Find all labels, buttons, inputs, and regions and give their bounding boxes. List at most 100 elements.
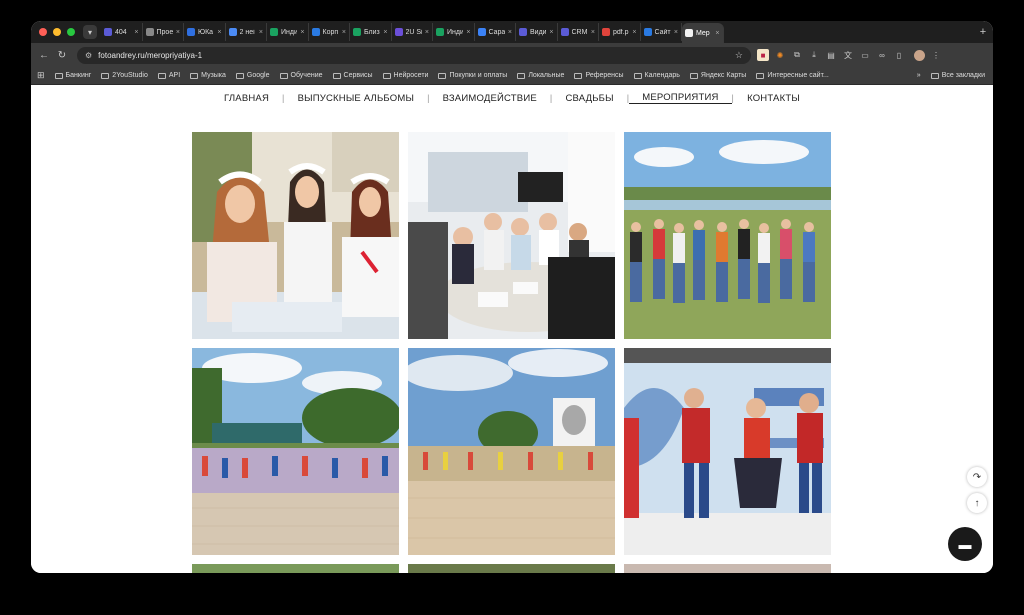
tab-close-icon[interactable]: × bbox=[176, 29, 180, 36]
bookmark-item[interactable]: Банкинг bbox=[54, 72, 91, 79]
bookmark-item[interactable]: API bbox=[157, 72, 180, 79]
bookmark-item[interactable]: Покупки и оплаты bbox=[438, 72, 507, 79]
tab-title: Види bbox=[530, 28, 547, 36]
apps-grid-icon[interactable]: ⊞ bbox=[37, 70, 45, 81]
tab-close-icon[interactable]: × bbox=[134, 29, 138, 36]
bookmark-item[interactable]: 2YouStudio bbox=[101, 72, 148, 79]
browser-tab[interactable]: ЮКа × bbox=[184, 23, 226, 41]
browser-tab[interactable]: Види × bbox=[516, 23, 558, 41]
download-icon[interactable]: ⤓ bbox=[808, 49, 820, 61]
photo-meeting-table[interactable] bbox=[408, 132, 615, 339]
tab-close-icon[interactable]: × bbox=[217, 29, 221, 36]
bookmark-item[interactable]: Локальные bbox=[517, 72, 564, 79]
bookmark-item[interactable]: Сервисы bbox=[332, 72, 373, 79]
nav-link[interactable]: ВЗАИМОДЕЙСТВИЕ bbox=[430, 93, 550, 104]
browser-tab[interactable]: Инди × bbox=[267, 23, 309, 41]
tab-favicon-icon bbox=[353, 28, 361, 36]
nav-link[interactable]: ВЫПУСКНЫЕ АЛЬБОМЫ bbox=[285, 93, 428, 104]
clipboard-icon[interactable]: ▤ bbox=[825, 49, 837, 61]
tab-favicon-icon bbox=[477, 28, 486, 36]
scroll-top-button[interactable]: ↑ bbox=[967, 493, 987, 513]
tab-close-icon[interactable]: × bbox=[591, 29, 595, 36]
profile-avatar[interactable] bbox=[914, 49, 925, 61]
photo-partial[interactable] bbox=[624, 564, 831, 573]
bookmark-item[interactable]: Нейросети bbox=[382, 72, 428, 79]
photo-partial[interactable] bbox=[192, 564, 399, 573]
photo-girls-flower-wreaths[interactable] bbox=[192, 132, 399, 339]
all-bookmarks-button[interactable]: Все закладки bbox=[930, 72, 985, 79]
tab-close-icon[interactable]: × bbox=[259, 29, 263, 36]
extensions-puzzle-icon[interactable]: ⧉ bbox=[791, 49, 803, 61]
minimize-window-button[interactable] bbox=[53, 28, 61, 36]
extension-icon[interactable]: ■ bbox=[757, 49, 769, 61]
bookmark-star-icon[interactable]: ☆ bbox=[735, 50, 743, 61]
tab-favicon-icon bbox=[602, 28, 610, 36]
bookmark-item[interactable]: Google bbox=[235, 72, 270, 79]
tab-favicon-icon bbox=[560, 28, 569, 36]
tab-favicon-icon bbox=[643, 28, 652, 36]
bookmarks-overflow-button[interactable]: » bbox=[917, 72, 921, 79]
browser-tab[interactable]: Сайт × bbox=[641, 23, 682, 41]
nav-link[interactable]: КОНТАКТЫ bbox=[734, 93, 813, 104]
tab-close-icon[interactable]: × bbox=[715, 30, 719, 37]
browser-tab[interactable]: 2 неі × bbox=[226, 23, 267, 41]
photo-large-crowd-lawn[interactable] bbox=[192, 348, 399, 555]
tab-close-icon[interactable]: × bbox=[632, 29, 636, 36]
tab-close-icon[interactable]: × bbox=[342, 29, 346, 36]
browser-tab[interactable]: Сара × bbox=[475, 23, 516, 41]
close-window-button[interactable] bbox=[39, 28, 47, 36]
tabs-container: 404 × Прое × ЮКа × 2 неі × Инди × Корп × Близ × 2U Si ×… bbox=[101, 21, 973, 43]
browser-tab[interactable]: 404 × bbox=[101, 23, 143, 41]
folder-icon bbox=[101, 72, 110, 79]
new-tab-button[interactable]: + bbox=[973, 26, 993, 38]
photo-crowd-portrait-monument[interactable] bbox=[408, 348, 615, 555]
chat-button[interactable]: ▬ bbox=[948, 527, 982, 561]
bookmark-item[interactable]: Яндекс Карты bbox=[689, 72, 746, 79]
browser-tab[interactable]: pdf.p × bbox=[599, 23, 641, 41]
tab-close-icon[interactable]: × bbox=[466, 29, 470, 36]
site-info-icon[interactable]: ⚙ bbox=[85, 51, 92, 60]
bookmark-item[interactable]: Референсы bbox=[574, 72, 624, 79]
tab-close-icon[interactable]: × bbox=[300, 29, 304, 36]
photo-singers-stage[interactable] bbox=[624, 348, 831, 555]
tab-close-icon[interactable]: × bbox=[425, 29, 429, 36]
browser-tab[interactable]: Прое × bbox=[143, 23, 184, 41]
photo-group-riverbank[interactable] bbox=[624, 132, 831, 339]
cast-icon[interactable]: ▭ bbox=[859, 49, 871, 61]
bookmark-item[interactable]: Обучение bbox=[279, 72, 323, 79]
nav-link[interactable]: МЕРОПРИЯТИЯ bbox=[629, 92, 732, 104]
tab-close-icon[interactable]: × bbox=[508, 29, 512, 36]
nav-link[interactable]: ГЛАВНАЯ bbox=[211, 93, 282, 104]
tab-title: ЮКа bbox=[198, 28, 214, 36]
folder-icon bbox=[190, 72, 199, 79]
bookmark-label: 2YouStudio bbox=[112, 72, 148, 79]
photo-partial[interactable] bbox=[408, 564, 615, 573]
translate-icon[interactable]: 文 bbox=[842, 49, 854, 61]
bookmark-item[interactable]: Интересные сайт... bbox=[756, 72, 829, 79]
nav-link[interactable]: СВАДЬБЫ bbox=[552, 93, 626, 104]
browser-tab[interactable]: Близ × bbox=[350, 23, 392, 41]
tab-favicon-icon bbox=[436, 28, 444, 36]
maximize-window-button[interactable] bbox=[67, 28, 75, 36]
menu-icon[interactable]: ⋮ bbox=[930, 49, 942, 61]
share-button[interactable]: ↷ bbox=[967, 467, 987, 487]
folder-icon bbox=[689, 72, 698, 79]
sidebar-icon[interactable]: ▯ bbox=[893, 49, 905, 61]
bookmark-item[interactable]: Музыка bbox=[190, 72, 226, 79]
bookmark-item[interactable]: Календарь bbox=[633, 72, 680, 79]
browser-tab[interactable]: Корп × bbox=[309, 23, 350, 41]
tab-close-icon[interactable]: × bbox=[549, 29, 553, 36]
tab-close-icon[interactable]: × bbox=[674, 29, 678, 36]
tab-close-icon[interactable]: × bbox=[383, 29, 387, 36]
browser-tab[interactable]: 2U Si × bbox=[392, 23, 433, 41]
browser-tab[interactable]: Инди × bbox=[433, 23, 475, 41]
back-button[interactable]: ← bbox=[35, 50, 53, 61]
address-bar[interactable]: ⚙ fotoandrey.ru/meropriyatiya-1 ☆ bbox=[77, 46, 751, 64]
reload-button[interactable]: ↻ bbox=[53, 50, 71, 61]
folder-icon bbox=[633, 72, 642, 79]
link-icon[interactable]: ∞ bbox=[876, 49, 888, 61]
extension-icon[interactable]: ✺ bbox=[774, 49, 786, 61]
tab-search-icon[interactable]: ▾ bbox=[83, 25, 97, 39]
browser-tab[interactable]: CRM × bbox=[558, 23, 599, 41]
browser-tab[interactable]: Мер × bbox=[682, 23, 724, 43]
